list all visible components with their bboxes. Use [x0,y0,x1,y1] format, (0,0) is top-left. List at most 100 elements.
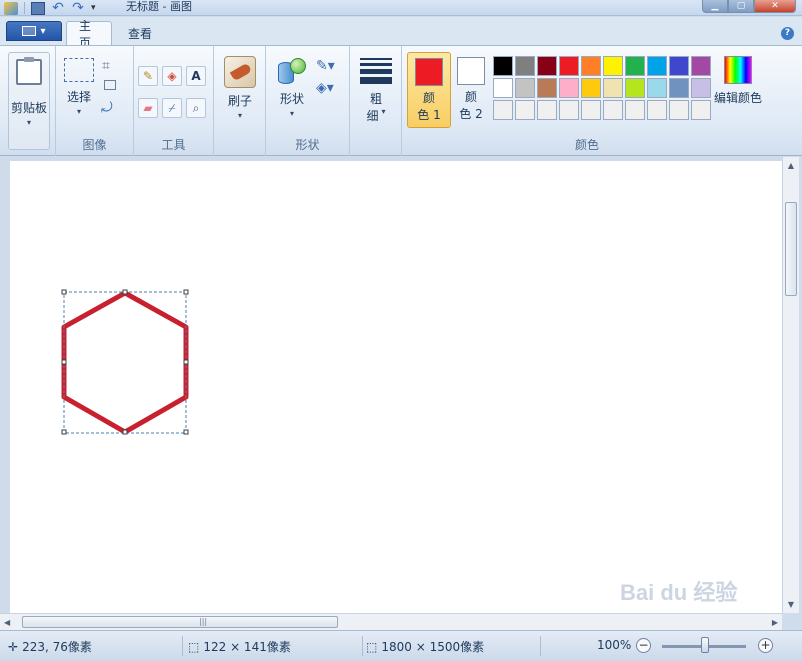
palette-color-1-9[interactable] [669,56,689,76]
selection-handles[interactable] [61,289,189,435]
fill-bucket-icon[interactable]: ◈ [162,66,182,86]
hexagon-shape[interactable] [61,290,189,435]
size-label-line2: 细 [366,109,379,123]
palette-color-1-1[interactable] [493,56,513,76]
tab-home[interactable]: 主页 [66,19,112,50]
size-button[interactable]: 粗 细 ▾ [358,56,394,124]
drawing-canvas[interactable] [10,161,782,613]
scroll-right-icon[interactable]: ▶ [772,614,778,631]
shapes-button[interactable]: 形状 ▾ [274,56,310,118]
magnifier-icon[interactable]: ⌕ [186,98,206,118]
status-divider [182,636,183,656]
scroll-up-icon[interactable]: ▲ [783,157,799,174]
brushes-label: 刷子 [227,94,252,108]
palette-color-3-6[interactable] [603,100,623,120]
palette-color-2-3[interactable] [537,78,557,98]
palette-color-2-5[interactable] [581,78,601,98]
palette-color-1-10[interactable] [691,56,711,76]
scroll-down-icon[interactable]: ▼ [783,596,799,613]
select-button[interactable]: 选择 ▾ [60,58,98,116]
chevron-down-icon: ▾ [237,111,242,120]
chevron-down-icon: ▾ [26,118,31,127]
eraser-icon[interactable]: ▰ [138,98,158,118]
line-width-icon [360,56,392,86]
fill-icon[interactable]: ◈▾ [316,80,334,96]
palette-color-2-6[interactable] [603,78,623,98]
horizontal-scroll-thumb[interactable]: ||| [22,616,338,628]
crop-icon[interactable]: ⌗ [102,58,110,74]
palette-color-3-3[interactable] [537,100,557,120]
selection-size: ⬚ 122 × 141像素 [188,638,291,655]
color1-button[interactable]: 颜 色 1 [407,52,451,128]
paste-button[interactable]: 剪贴板 ▾ [8,52,50,150]
palette-color-2-10[interactable] [691,78,711,98]
palette-color-3-10[interactable] [691,100,711,120]
palette-color-1-2[interactable] [515,56,535,76]
color2-label-line2: 色 2 [459,107,483,121]
vertical-scrollbar[interactable]: ▲ ▼ [782,157,799,613]
selection-rectangle[interactable] [63,291,187,434]
clipboard-label: 剪贴板 [10,101,47,115]
status-divider [362,636,363,656]
palette-color-3-1[interactable] [493,100,513,120]
palette-color-3-8[interactable] [647,100,667,120]
horizontal-scrollbar[interactable]: ◀ ||| ▶ [0,613,782,630]
palette-color-2-2[interactable] [515,78,535,98]
text-tool-icon[interactable]: A [186,66,206,86]
close-icon: ✕ [771,1,779,11]
palette-color-2-9[interactable] [669,78,689,98]
color-picker-icon[interactable]: ⌿ [162,98,182,118]
save-icon[interactable] [31,1,45,15]
color-palette [492,55,712,121]
undo-icon[interactable]: ↶ [51,1,65,15]
image-size-icon: ⬚ [366,639,378,654]
shapes-icon [276,56,308,86]
palette-color-1-8[interactable] [647,56,667,76]
text-tool-glyph: A [191,69,201,83]
select-label: 选择 [66,90,91,104]
palette-color-2-1[interactable] [493,78,513,98]
brushes-button[interactable]: 刷子 ▾ [222,56,258,120]
vertical-scroll-thumb[interactable] [785,202,797,296]
outline-icon[interactable]: ✎▾ [316,58,335,74]
chevron-down-icon: ▾ [40,25,46,37]
status-bar: ✛ 223, 76像素 ⬚ 122 × 141像素 ⬚ 1800 × 1500像… [0,630,802,661]
maximize-button[interactable]: ▢ [728,0,754,13]
palette-color-2-7[interactable] [625,78,645,98]
redo-icon[interactable]: ↷ [71,1,85,15]
help-icon[interactable]: ? [781,27,794,40]
palette-color-2-8[interactable] [647,78,667,98]
image-size: ⬚ 1800 × 1500像素 [366,638,484,655]
tab-view[interactable]: 查看 [116,21,164,46]
zoom-slider-thumb[interactable] [701,637,709,653]
rotate-icon[interactable]: ⤾ [101,100,113,116]
paint-menu-button[interactable]: ▾ [6,21,62,41]
colors-group: 颜 色 1 颜 色 2 编辑颜色 颜色 [402,46,772,156]
edit-colors-button[interactable]: 编辑颜色 [712,56,764,106]
app-icon[interactable] [4,1,18,15]
palette-color-3-5[interactable] [581,100,601,120]
palette-color-1-4[interactable] [559,56,579,76]
color2-button[interactable]: 颜 色 2 [449,52,493,128]
title-bar: ↶ ↷ ▾ 无标题 - 画图 ▁ ▢ ✕ [0,0,802,16]
sphere-shape [290,58,306,74]
zoom-in-icon[interactable]: + [758,638,773,653]
zoom-out-icon[interactable]: − [636,638,651,653]
palette-color-3-4[interactable] [559,100,579,120]
palette-color-1-7[interactable] [625,56,645,76]
customize-icon[interactable]: ▾ [91,2,105,15]
clipboard-group: 剪贴板 ▾ [0,46,56,156]
palette-color-1-5[interactable] [581,56,601,76]
resize-icon[interactable] [104,80,116,90]
palette-color-1-6[interactable] [603,56,623,76]
close-button[interactable]: ✕ [754,0,796,13]
maximize-icon: ▢ [736,1,746,11]
palette-color-3-9[interactable] [669,100,689,120]
palette-color-2-4[interactable] [559,78,579,98]
pencil-icon[interactable]: ✎ [138,66,158,86]
palette-color-1-3[interactable] [537,56,557,76]
scroll-left-icon[interactable]: ◀ [4,614,10,631]
minimize-button[interactable]: ▁ [702,0,728,13]
palette-color-3-7[interactable] [625,100,645,120]
palette-color-3-2[interactable] [515,100,535,120]
